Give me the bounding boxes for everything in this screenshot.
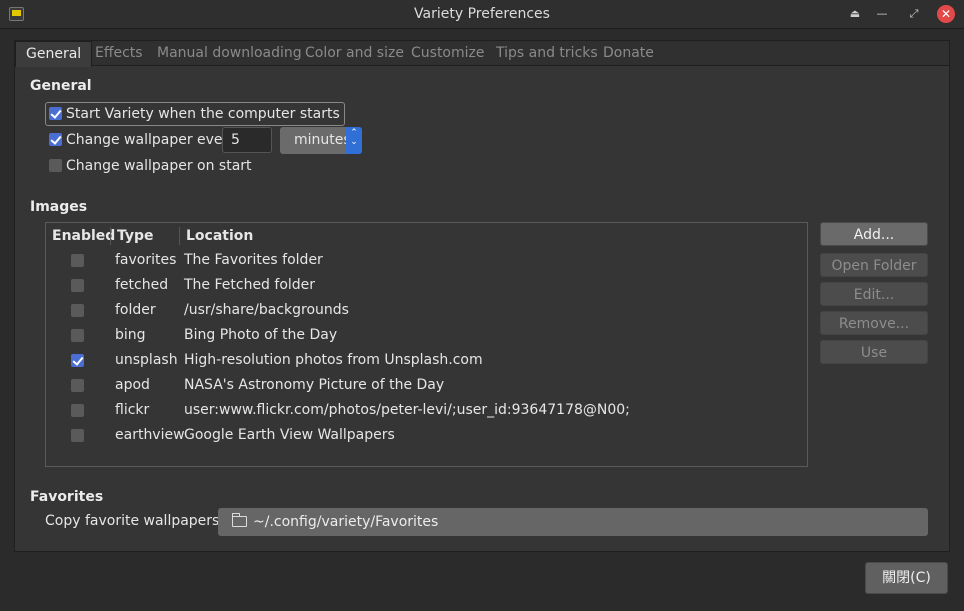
source-type: bing: [115, 327, 146, 343]
favorites-section-title: Favorites: [30, 489, 104, 505]
change-every-checkbox[interactable]: Change wallpaper every: [49, 129, 237, 151]
favorites-folder-chooser[interactable]: ~/.config/variety/Favorites: [218, 508, 928, 536]
preferences-notebook: General Effects Manual downloading Color…: [14, 40, 950, 552]
images-section-title: Images: [30, 199, 88, 215]
minimize-icon[interactable]: —: [873, 5, 891, 23]
source-type: fetched: [115, 277, 169, 293]
use-source-button[interactable]: Use: [820, 340, 928, 364]
tab-manual-downloading[interactable]: Manual downloading: [157, 41, 302, 66]
change-on-start-label: Change wallpaper on start: [66, 158, 252, 174]
tab-customize[interactable]: Customize: [411, 41, 485, 66]
enabled-checkbox[interactable]: [71, 354, 84, 367]
tab-general[interactable]: General: [15, 41, 93, 67]
image-sources-table: Enabled Type Location favorites The Favo…: [45, 222, 808, 467]
column-header-location[interactable]: Location: [186, 228, 253, 244]
checkbox-checked-icon: [49, 133, 62, 146]
checkbox-checked-icon: [49, 107, 62, 120]
source-location: The Favorites folder: [184, 252, 323, 268]
interval-value-input[interactable]: 5: [222, 127, 272, 153]
close-window-icon[interactable]: ✕: [937, 5, 955, 23]
source-location: The Fetched folder: [184, 277, 316, 293]
table-row[interactable]: favorites The Favorites folder: [46, 249, 807, 274]
table-row[interactable]: apod NASA's Astronomy Picture of the Day: [46, 374, 807, 399]
table-row[interactable]: bing Bing Photo of the Day: [46, 324, 807, 349]
updown-arrows-icon: ⌃ ⌄: [346, 127, 362, 154]
enabled-checkbox[interactable]: [71, 304, 84, 317]
add-source-button[interactable]: Add...: [820, 222, 928, 246]
enabled-checkbox[interactable]: [71, 404, 84, 417]
enabled-checkbox[interactable]: [71, 379, 84, 392]
tab-color-and-size[interactable]: Color and size: [305, 41, 404, 66]
tab-tips-and-tricks[interactable]: Tips and tricks: [496, 41, 598, 66]
column-divider: [110, 227, 111, 245]
table-row[interactable]: earthview Google Earth View Wallpapers: [46, 424, 807, 449]
maximize-icon[interactable]: ⤢: [905, 5, 923, 23]
source-location: Google Earth View Wallpapers: [184, 427, 395, 443]
source-type: unsplash: [115, 352, 178, 368]
change-every-label: Change wallpaper every: [66, 132, 237, 148]
source-location: Bing Photo of the Day: [184, 327, 338, 343]
keep-above-icon[interactable]: ⏏: [846, 5, 864, 23]
column-header-enabled[interactable]: Enabled: [52, 228, 115, 244]
start-on-boot-label: Start Variety when the computer starts: [66, 106, 340, 122]
enabled-checkbox[interactable]: [71, 279, 84, 292]
title-bar: Variety Preferences ⏏ — ⤢ ✕: [0, 0, 964, 29]
interval-unit-value: minutes: [294, 132, 351, 148]
window-title: Variety Preferences: [414, 6, 550, 22]
interval-unit-select[interactable]: minutes ⌃ ⌄: [280, 127, 362, 154]
column-header-type[interactable]: Type: [117, 228, 154, 244]
tab-donate[interactable]: Donate: [603, 41, 654, 66]
tab-bar: General Effects Manual downloading Color…: [15, 41, 949, 67]
checkbox-unchecked-icon: [49, 159, 62, 172]
general-section-title: General: [30, 78, 92, 94]
change-on-start-checkbox[interactable]: Change wallpaper on start: [49, 155, 252, 177]
source-type: flickr: [115, 402, 150, 418]
enabled-checkbox[interactable]: [71, 329, 84, 342]
source-location: NASA's Astronomy Picture of the Day: [184, 377, 445, 393]
source-location: High-resolution photos from Unsplash.com: [184, 352, 483, 368]
table-row[interactable]: flickr user:www.flickr.com/photos/peter-…: [46, 399, 807, 424]
enabled-checkbox[interactable]: [71, 254, 84, 267]
table-row[interactable]: fetched The Fetched folder: [46, 274, 807, 299]
source-location: user:www.flickr.com/photos/peter-levi/;u…: [184, 402, 630, 418]
tab-effects[interactable]: Effects: [95, 41, 143, 66]
favorites-folder-path: ~/.config/variety/Favorites: [253, 514, 439, 530]
open-folder-button[interactable]: Open Folder: [820, 253, 928, 277]
enabled-checkbox[interactable]: [71, 429, 84, 442]
table-row[interactable]: unsplash High-resolution photos from Uns…: [46, 349, 807, 374]
folder-icon: [232, 513, 247, 527]
table-header: Enabled Type Location: [46, 223, 807, 249]
remove-source-button[interactable]: Remove...: [820, 311, 928, 335]
source-type: earthview: [115, 427, 185, 443]
favorites-copy-label: Copy favorite wallpapers to: [45, 513, 238, 529]
column-divider: [179, 227, 180, 245]
source-type: apod: [115, 377, 150, 393]
source-location: /usr/share/backgrounds: [184, 302, 349, 318]
edit-source-button[interactable]: Edit...: [820, 282, 928, 306]
close-button[interactable]: 關閉(C): [865, 562, 948, 594]
table-row[interactable]: folder /usr/share/backgrounds: [46, 299, 807, 324]
source-type: favorites: [115, 252, 177, 268]
start-on-boot-checkbox[interactable]: Start Variety when the computer starts: [45, 102, 345, 126]
source-type: folder: [115, 302, 156, 318]
